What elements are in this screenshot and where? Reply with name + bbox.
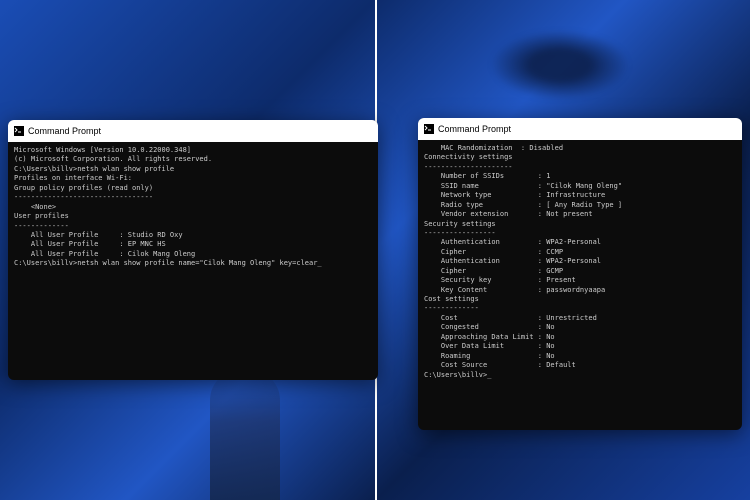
terminal-line: C:\Users\billv>netsh wlan show profile n… <box>14 259 372 268</box>
cmd-icon <box>424 124 434 134</box>
terminal-line: Over Data Limit : No <box>424 342 736 351</box>
terminal-line: ------------- <box>14 222 372 231</box>
terminal-line: Network type : Infrastructure <box>424 191 736 200</box>
terminal-line: ----------------- <box>424 229 736 238</box>
terminal-line: Authentication : WPA2-Personal <box>424 238 736 247</box>
terminal-line: --------------------- <box>424 163 736 172</box>
terminal-line: Cost settings <box>424 295 736 304</box>
command-prompt-window-left[interactable]: Command Prompt Microsoft Windows [Versio… <box>8 120 378 380</box>
terminal-line: MAC Randomization : Disabled <box>424 144 736 153</box>
terminal-line: Cost Source : Default <box>424 361 736 370</box>
terminal-line: Profiles on interface Wi-Fi: <box>14 174 372 183</box>
terminal-line: User profiles <box>14 212 372 221</box>
terminal-line: Radio type : [ Any Radio Type ] <box>424 201 736 210</box>
terminal-line: (c) Microsoft Corporation. All rights re… <box>14 155 372 164</box>
terminal-line: Approaching Data Limit : No <box>424 333 736 342</box>
terminal-output-left[interactable]: Microsoft Windows [Version 10.0.22000.34… <box>8 142 378 273</box>
titlebar-left[interactable]: Command Prompt <box>8 120 378 142</box>
window-title-left: Command Prompt <box>28 126 101 136</box>
terminal-line: ------------- <box>424 304 736 313</box>
terminal-line: C:\Users\billv>_ <box>424 371 736 380</box>
terminal-line: All User Profile : EP MNC HS <box>14 240 372 249</box>
terminal-line: Vendor extension : Not present <box>424 210 736 219</box>
window-title-right: Command Prompt <box>438 124 511 134</box>
terminal-line: Key Content : passwordnyaapa <box>424 286 736 295</box>
titlebar-right[interactable]: Command Prompt <box>418 118 742 140</box>
terminal-line: <None> <box>14 203 372 212</box>
terminal-line: Security settings <box>424 220 736 229</box>
terminal-line: Connectivity settings <box>424 153 736 162</box>
command-prompt-window-right[interactable]: Command Prompt MAC Randomization : Disab… <box>418 118 742 430</box>
terminal-line: Cost : Unrestricted <box>424 314 736 323</box>
terminal-line: Group policy profiles (read only) <box>14 184 372 193</box>
terminal-line: Authentication : WPA2-Personal <box>424 257 736 266</box>
terminal-line: All User Profile : Studio RD Oxy <box>14 231 372 240</box>
terminal-line: C:\Users\billv>netsh wlan show profile <box>14 165 372 174</box>
terminal-line: All User Profile : Cilok Mang Oleng <box>14 250 372 259</box>
terminal-line: --------------------------------- <box>14 193 372 202</box>
cmd-icon <box>14 126 24 136</box>
terminal-line: Security key : Present <box>424 276 736 285</box>
terminal-line: Roaming : No <box>424 352 736 361</box>
terminal-line: Number of SSIDs : 1 <box>424 172 736 181</box>
terminal-output-right[interactable]: MAC Randomization : DisabledConnectivity… <box>418 140 742 384</box>
terminal-line: Congested : No <box>424 323 736 332</box>
terminal-line: Cipher : CCMP <box>424 248 736 257</box>
terminal-line: SSID name : "Cilok Mang Oleng" <box>424 182 736 191</box>
terminal-line: Cipher : GCMP <box>424 267 736 276</box>
terminal-line: Microsoft Windows [Version 10.0.22000.34… <box>14 146 372 155</box>
